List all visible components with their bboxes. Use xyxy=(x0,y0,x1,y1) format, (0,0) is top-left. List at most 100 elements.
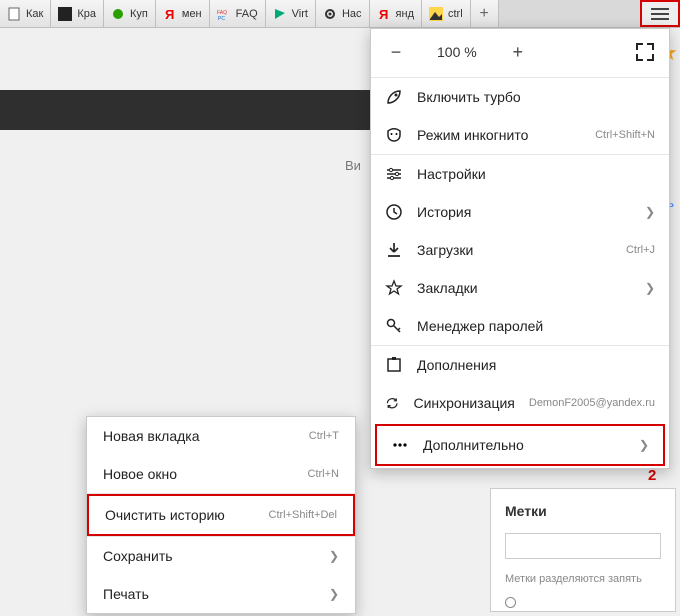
chevron-right-icon: ❯ xyxy=(645,281,655,295)
submenu-label: Печать xyxy=(103,586,329,602)
tab-4[interactable]: FAQPC FAQ xyxy=(210,0,266,27)
tab-label: мен xyxy=(182,8,202,20)
chevron-right-icon: ❯ xyxy=(645,205,655,219)
menu-label: Дополнительно xyxy=(423,437,625,453)
menu-label: Включить турбо xyxy=(417,89,655,105)
menu-button[interactable] xyxy=(640,0,680,27)
new-tab-button[interactable]: + xyxy=(471,0,499,27)
hamburger-icon xyxy=(651,7,669,21)
menu-bookmarks[interactable]: Закладки ❯ xyxy=(371,269,669,307)
submenu-print[interactable]: Печать ❯ xyxy=(87,575,355,613)
tab-label: Virt xyxy=(292,8,308,20)
menu-shortcut: Ctrl+Shift+N xyxy=(595,129,655,141)
submenu-shortcut: Ctrl+T xyxy=(309,430,339,442)
download-icon xyxy=(385,241,403,259)
zoom-in-button[interactable]: + xyxy=(507,41,529,63)
mask-icon xyxy=(385,126,403,144)
faq-icon: FAQPC xyxy=(217,7,231,21)
submenu-label: Новая вкладка xyxy=(103,428,309,444)
svg-text:PC: PC xyxy=(218,16,225,21)
tab-label: Куп xyxy=(130,8,148,20)
dots-icon xyxy=(391,436,409,454)
submenu-label: Новое окно xyxy=(103,466,308,482)
page-dark-band xyxy=(0,90,370,130)
tab-3[interactable]: Я мен xyxy=(156,0,210,27)
picture-icon xyxy=(429,7,443,21)
yandex-icon: Я xyxy=(377,7,391,21)
menu-incognito[interactable]: Режим инкогнито Ctrl+Shift+N xyxy=(371,116,669,154)
tab-1[interactable]: Кра xyxy=(51,0,104,27)
main-menu-panel: − 100 % + Включить турбо Режим инкогнито… xyxy=(370,28,670,469)
gear-icon xyxy=(323,7,337,21)
menu-turbo[interactable]: Включить турбо xyxy=(371,78,669,116)
dark-icon xyxy=(58,7,72,21)
menu-downloads[interactable]: Загрузки Ctrl+J xyxy=(371,231,669,269)
tab-7[interactable]: Я янд xyxy=(370,0,422,27)
tab-label: Нас xyxy=(342,8,362,20)
fullscreen-button[interactable] xyxy=(635,42,655,62)
radio-icon xyxy=(505,597,516,608)
tags-radio[interactable] xyxy=(505,597,661,608)
yandex-icon: Я xyxy=(163,7,177,21)
submenu-panel: Новая вкладка Ctrl+T Новое окно Ctrl+N О… xyxy=(86,416,356,614)
submenu-save[interactable]: Сохранить ❯ xyxy=(87,537,355,575)
menu-more[interactable]: Дополнительно ❯ xyxy=(375,424,665,466)
tab-label: Как xyxy=(26,8,43,20)
submenu-shortcut: Ctrl+Shift+Del xyxy=(269,509,337,521)
rocket-icon xyxy=(385,88,403,106)
clock-icon xyxy=(385,203,403,221)
tab-6[interactable]: Нас xyxy=(316,0,370,27)
submenu-label: Сохранить xyxy=(103,548,329,564)
page-icon xyxy=(7,7,21,21)
tab-8[interactable]: ctrl xyxy=(422,0,471,27)
annotation-2: 2 xyxy=(648,467,656,484)
zoom-out-button[interactable]: − xyxy=(385,41,407,63)
menu-shortcut: Ctrl+J xyxy=(626,244,655,256)
menu-history[interactable]: История ❯ xyxy=(371,193,669,231)
green-dot-icon xyxy=(111,7,125,21)
submenu-clear-history[interactable]: Очистить историю Ctrl+Shift+Del xyxy=(87,494,355,536)
menu-label: Настройки xyxy=(417,166,655,182)
submenu-new-tab[interactable]: Новая вкладка Ctrl+T xyxy=(87,417,355,455)
tab-strip: Как Кра Куп Я мен FAQPC FAQ Virt Нас Я я… xyxy=(0,0,680,28)
menu-label: Дополнения xyxy=(417,357,655,373)
chevron-right-icon: ❯ xyxy=(329,587,339,601)
menu-label: История xyxy=(417,204,631,220)
sync-icon xyxy=(385,394,399,412)
page-fragment-vi: Ви xyxy=(345,158,361,173)
menu-passwords[interactable]: Менеджер паролей xyxy=(371,307,669,345)
tab-label: янд xyxy=(396,8,414,20)
svg-text:Я: Я xyxy=(379,7,388,21)
star-icon xyxy=(385,279,403,297)
tab-2[interactable]: Куп xyxy=(104,0,156,27)
tags-card: Метки Метки разделяются запять xyxy=(490,488,676,612)
sync-account: DemonF2005@yandex.ru xyxy=(529,397,655,409)
menu-label: Синхронизация xyxy=(413,395,514,411)
zoom-row: − 100 % + xyxy=(371,29,669,77)
menu-sync[interactable]: Синхронизация DemonF2005@yandex.ru xyxy=(371,384,669,422)
chevron-right-icon: ❯ xyxy=(639,438,649,452)
submenu-label: Очистить историю xyxy=(105,507,269,523)
submenu-new-window[interactable]: Новое окно Ctrl+N xyxy=(87,455,355,493)
menu-addons[interactable]: Дополнения xyxy=(371,346,669,384)
tags-input[interactable] xyxy=(505,533,661,559)
tags-title: Метки xyxy=(505,503,661,519)
virt-icon xyxy=(273,7,287,21)
submenu-shortcut: Ctrl+N xyxy=(308,468,339,480)
tab-0[interactable]: Как xyxy=(0,0,51,27)
menu-label: Менеджер паролей xyxy=(417,318,655,334)
tab-label: Кра xyxy=(77,8,96,20)
fullscreen-icon xyxy=(635,42,655,62)
tabstrip-spacer xyxy=(499,0,640,27)
key-icon xyxy=(385,317,403,335)
chevron-right-icon: ❯ xyxy=(329,549,339,563)
menu-settings[interactable]: Настройки xyxy=(371,155,669,193)
puzzle-icon xyxy=(385,356,403,374)
menu-label: Режим инкогнито xyxy=(417,127,581,143)
menu-label: Загрузки xyxy=(417,242,612,258)
menu-label: Закладки xyxy=(417,280,631,296)
svg-text:Я: Я xyxy=(165,7,174,21)
tab-5[interactable]: Virt xyxy=(266,0,316,27)
sliders-icon xyxy=(385,165,403,183)
tab-label: ctrl xyxy=(448,8,463,20)
